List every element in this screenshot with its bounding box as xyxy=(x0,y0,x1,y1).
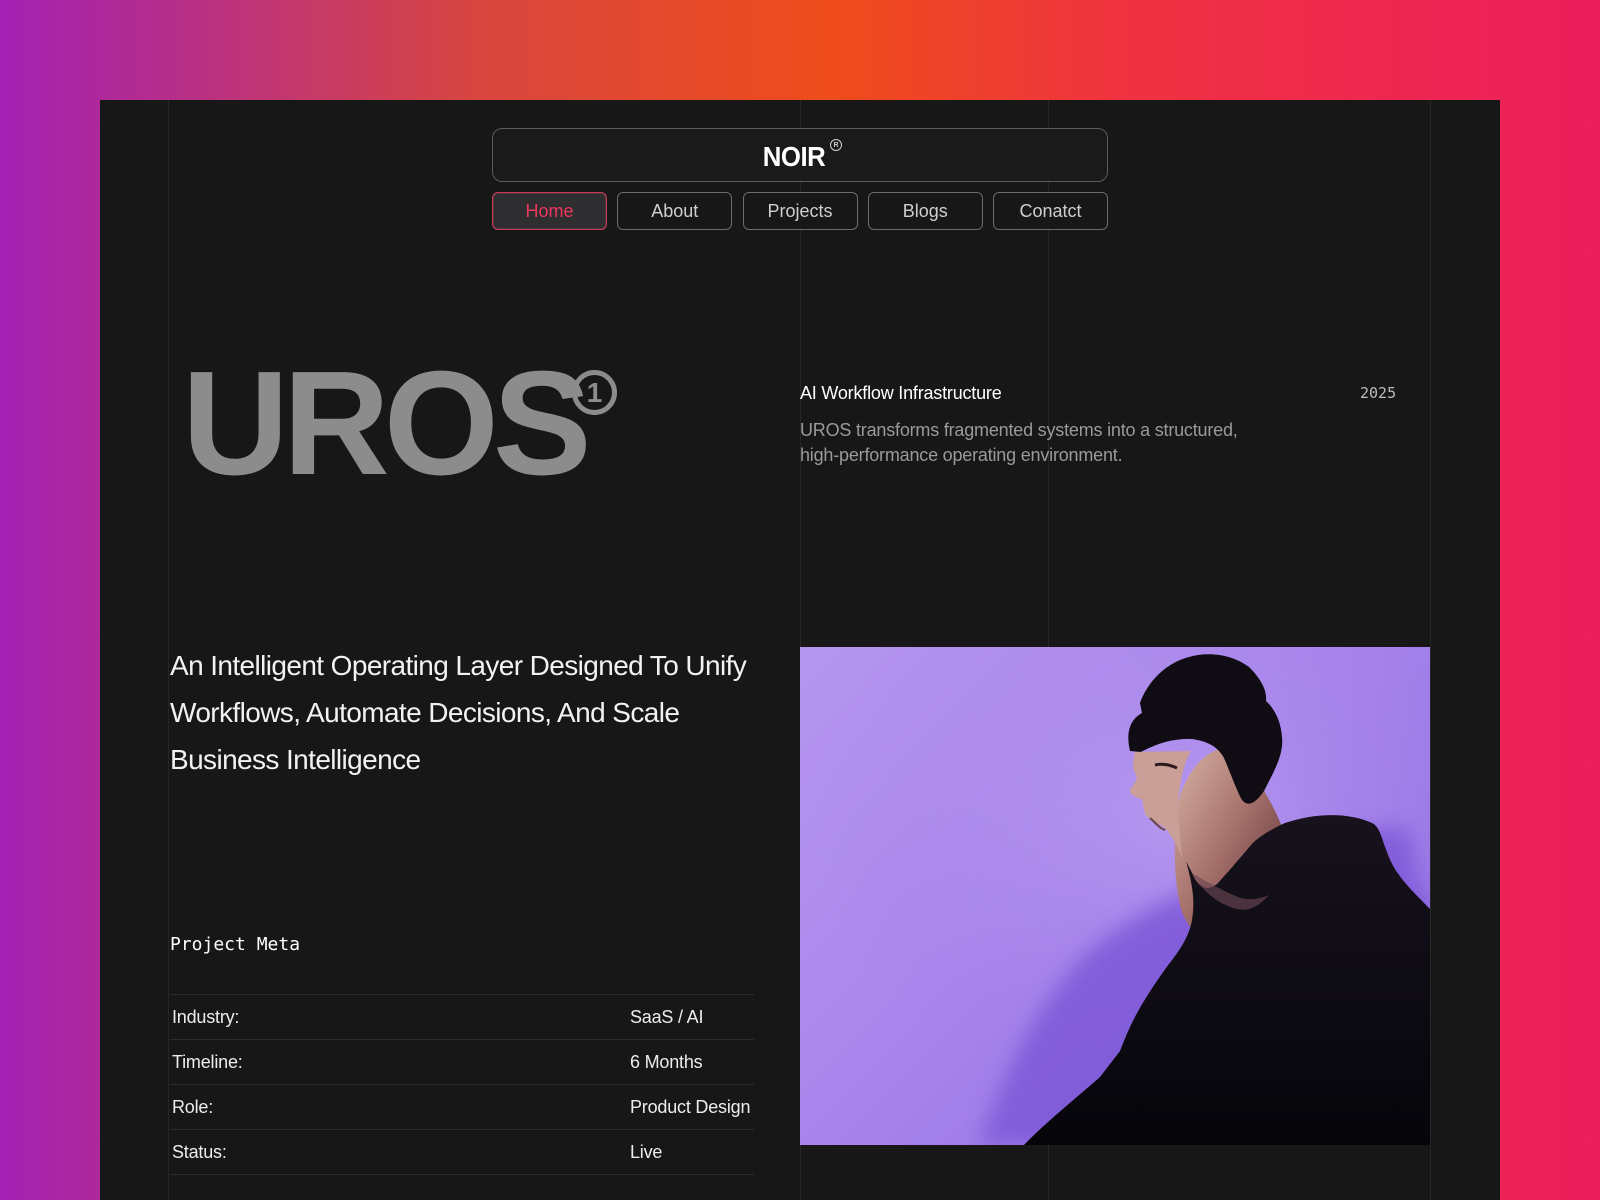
nav-contact-button[interactable]: Conatct xyxy=(993,192,1108,230)
meta-row-timeline: Timeline: 6 Months xyxy=(170,1039,754,1084)
meta-label: Timeline: xyxy=(172,1051,243,1072)
meta-label: Role: xyxy=(172,1096,214,1117)
hero-number-badge: 1 xyxy=(572,370,617,415)
meta-row-status: Status: Live xyxy=(170,1129,754,1175)
registered-mark-icon: R xyxy=(830,139,842,151)
brand-name: NOIR xyxy=(762,141,826,172)
project-subtitle: AI Workflow Infrastructure xyxy=(800,383,1002,403)
project-year: 2025 xyxy=(1360,384,1397,402)
project-meta-table: Industry: SaaS / AI Timeline: 6 Months R… xyxy=(170,994,754,1175)
nav-home-button[interactable]: Home xyxy=(492,192,607,230)
project-meta-title: Project Meta xyxy=(170,934,301,955)
grid-guide-line xyxy=(168,100,169,1200)
grid-guide-line xyxy=(1430,100,1431,1200)
nav-button-row: Home About Projects Blogs Conatct xyxy=(492,192,1108,230)
nav-projects-button[interactable]: Projects xyxy=(742,192,858,230)
meta-label: Industry: xyxy=(172,1006,240,1027)
meta-row-industry: Industry: SaaS / AI xyxy=(170,994,754,1039)
hero-portrait-image xyxy=(800,647,1430,1145)
meta-label: Status: xyxy=(172,1141,227,1162)
meta-value: Product Design xyxy=(630,1096,751,1117)
nav-blogs-button[interactable]: Blogs xyxy=(867,192,983,230)
project-description: UROS transforms fragmented systems into … xyxy=(800,420,1238,465)
meta-value: 6 Months xyxy=(630,1051,703,1072)
project-tagline: An Intelligent Operating Layer Designed … xyxy=(170,650,747,775)
portrait-illustration xyxy=(800,647,1430,1145)
meta-value: Live xyxy=(630,1141,663,1162)
brand-logo-box[interactable]: NOIR R xyxy=(492,128,1108,182)
top-navigation: NOIR R Home About Projects Blogs Conatct xyxy=(492,128,1108,230)
page-container: NOIR R Home About Projects Blogs Conatct… xyxy=(100,100,1500,1200)
meta-row-role: Role: Product Design xyxy=(170,1084,754,1129)
meta-value: SaaS / AI xyxy=(630,1006,704,1027)
nav-about-button[interactable]: About xyxy=(617,192,733,230)
hero-title: UROS xyxy=(182,341,592,506)
